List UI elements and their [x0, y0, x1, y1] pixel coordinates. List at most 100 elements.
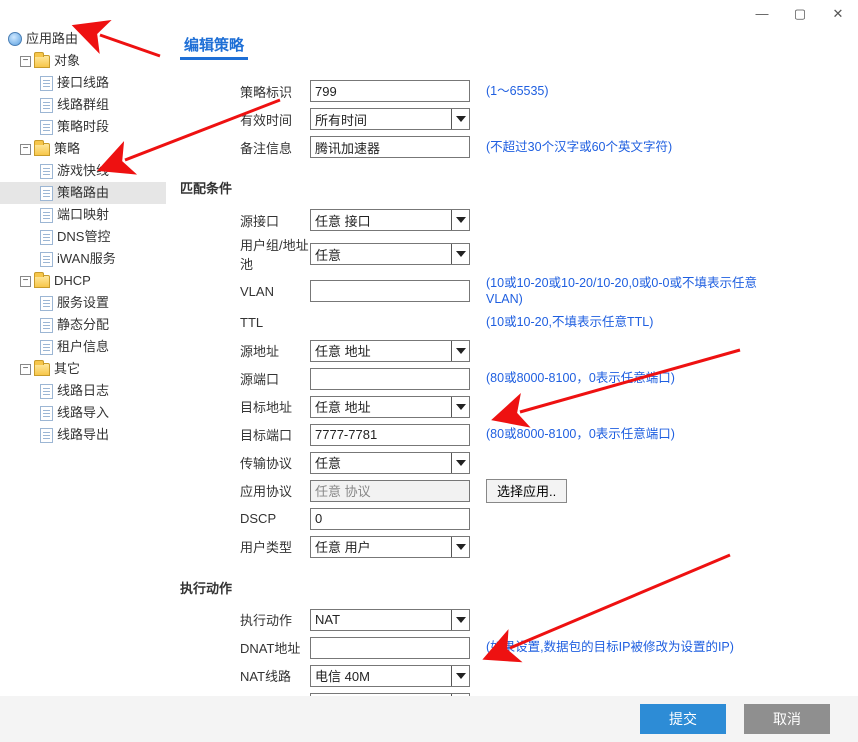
tree-group-label: 策略 — [54, 138, 80, 160]
tree-item-label: 策略时段 — [57, 116, 109, 138]
folder-icon — [34, 55, 50, 68]
select-exec-action[interactable]: NAT — [310, 609, 470, 631]
document-icon — [40, 428, 53, 443]
input-dnat-addr[interactable] — [310, 637, 470, 659]
hint-policy-id: (1～65535) — [486, 83, 549, 99]
close-button[interactable]: ✕ — [824, 3, 852, 25]
document-icon — [40, 186, 53, 201]
tree-item-1-4[interactable]: iWAN服务 — [0, 248, 166, 270]
input-dscp[interactable] — [310, 508, 470, 530]
page-tab-title[interactable]: 编辑策略 — [180, 30, 248, 60]
tree-item-0-1[interactable]: 线路群组 — [0, 94, 166, 116]
minimize-button[interactable]: — — [748, 3, 776, 25]
hint-dnat-addr: (如果设置,数据包的目标IP被修改为设置的IP) — [486, 639, 734, 655]
chevron-down-icon — [451, 537, 469, 557]
collapse-icon[interactable]: − — [20, 276, 31, 287]
tree-group-2[interactable]: −DHCP — [0, 270, 166, 292]
document-icon — [40, 296, 53, 311]
label-dscp: DSCP — [180, 511, 310, 526]
document-icon — [40, 340, 53, 355]
folder-icon — [34, 275, 50, 288]
label-valid-time: 有效时间 — [180, 110, 310, 129]
chevron-down-icon — [451, 210, 469, 230]
tree-item-label: 服务设置 — [57, 292, 109, 314]
label-src-if: 源接口 — [180, 211, 310, 230]
select-proto-value: 任意 — [315, 453, 341, 472]
cancel-button[interactable]: 取消 — [744, 704, 830, 734]
tree-item-1-1[interactable]: 策略路由 — [0, 182, 166, 204]
input-dst-port[interactable] — [310, 424, 470, 446]
tree-item-0-2[interactable]: 策略时段 — [0, 116, 166, 138]
select-nat-line[interactable]: 电信 40M — [310, 665, 470, 687]
folder-icon — [34, 363, 50, 376]
select-user-type[interactable]: 任意 用户 — [310, 536, 470, 558]
maximize-button[interactable]: ▢ — [786, 3, 814, 25]
collapse-icon[interactable]: − — [20, 56, 31, 67]
label-app-proto: 应用协议 — [180, 481, 310, 500]
tree-item-3-2[interactable]: 线路导出 — [0, 424, 166, 446]
document-icon — [40, 98, 53, 113]
tree-group-label: 其它 — [54, 358, 80, 380]
label-dst-addr: 目标地址 — [180, 397, 310, 416]
tree-item-2-1[interactable]: 静态分配 — [0, 314, 166, 336]
tree-item-label: 线路导入 — [57, 402, 109, 424]
chevron-down-icon — [451, 341, 469, 361]
select-src-if-value: 任意 接口 — [315, 211, 371, 230]
collapse-icon[interactable]: − — [20, 364, 31, 375]
input-policy-id[interactable] — [310, 80, 470, 102]
document-icon — [40, 384, 53, 399]
hint-note: (不超过30个汉字或60个英文字符) — [486, 139, 672, 155]
tree-item-2-2[interactable]: 租户信息 — [0, 336, 166, 358]
tree-item-3-1[interactable]: 线路导入 — [0, 402, 166, 424]
tree-item-label: 策略路由 — [57, 182, 109, 204]
label-proto: 传输协议 — [180, 453, 310, 472]
select-app-button[interactable]: 选择应用.. — [486, 479, 567, 503]
tree-group-3[interactable]: − 其它 — [0, 358, 166, 380]
document-icon — [40, 76, 53, 91]
input-vlan[interactable] — [310, 280, 470, 302]
document-icon — [40, 406, 53, 421]
section-action: 执行动作 — [180, 578, 840, 597]
select-valid-time[interactable]: 所有时间 — [310, 108, 470, 130]
hint-vlan: (10或10-20或10-20/10-20,0或0-0或不填表示任意VLAN) — [486, 275, 786, 308]
label-src-addr: 源地址 — [180, 341, 310, 360]
select-src-if[interactable]: 任意 接口 — [310, 209, 470, 231]
tree-item-3-0[interactable]: 线路日志 — [0, 380, 166, 402]
document-icon — [40, 318, 53, 333]
tree-item-2-0[interactable]: 服务设置 — [0, 292, 166, 314]
label-dnat-addr: DNAT地址 — [180, 638, 310, 657]
select-dst-addr[interactable]: 任意 地址 — [310, 396, 470, 418]
input-src-port[interactable] — [310, 368, 470, 390]
select-usr-pool[interactable]: 任意 — [310, 243, 470, 265]
tree-item-0-0[interactable]: 接口线路 — [0, 72, 166, 94]
input-note[interactable] — [310, 136, 470, 158]
tree-item-1-0[interactable]: 游戏快线 — [0, 160, 166, 182]
sidebar-tree: 应用路由 − 对象接口线路线路群组策略时段 − 策略游戏快线策略路由端口映射DNS管控i… — [0, 28, 166, 688]
select-src-addr[interactable]: 任意 地址 — [310, 340, 470, 362]
select-valid-time-value: 所有时间 — [315, 110, 367, 129]
select-proto[interactable]: 任意 — [310, 452, 470, 474]
tree-item-label: 接口线路 — [57, 72, 109, 94]
window-titlebar: — ▢ ✕ — [0, 0, 858, 28]
label-ttl: TTL — [180, 315, 310, 330]
collapse-icon[interactable]: − — [20, 144, 31, 155]
submit-button[interactable]: 提交 — [640, 704, 726, 734]
label-src-port: 源端口 — [180, 369, 310, 388]
chevron-down-icon — [451, 244, 469, 264]
tree-root[interactable]: 应用路由 — [0, 28, 166, 50]
chevron-down-icon — [451, 666, 469, 686]
chevron-down-icon — [451, 610, 469, 630]
tree-item-1-3[interactable]: DNS管控 — [0, 226, 166, 248]
tree-group-1[interactable]: − 策略 — [0, 138, 166, 160]
tree-group-label: 对象 — [54, 50, 80, 72]
tree-item-label: 端口映射 — [57, 204, 109, 226]
document-icon — [40, 230, 53, 245]
tree-group-0[interactable]: − 对象 — [0, 50, 166, 72]
folder-icon — [34, 143, 50, 156]
tree-item-1-2[interactable]: 端口映射 — [0, 204, 166, 226]
label-usr-pool: 用户组/地址池 — [180, 235, 310, 273]
document-icon — [40, 208, 53, 223]
tree-item-label: iWAN服务 — [57, 248, 116, 270]
tree-item-label: 游戏快线 — [57, 160, 109, 182]
section-match: 匹配条件 — [180, 178, 840, 197]
